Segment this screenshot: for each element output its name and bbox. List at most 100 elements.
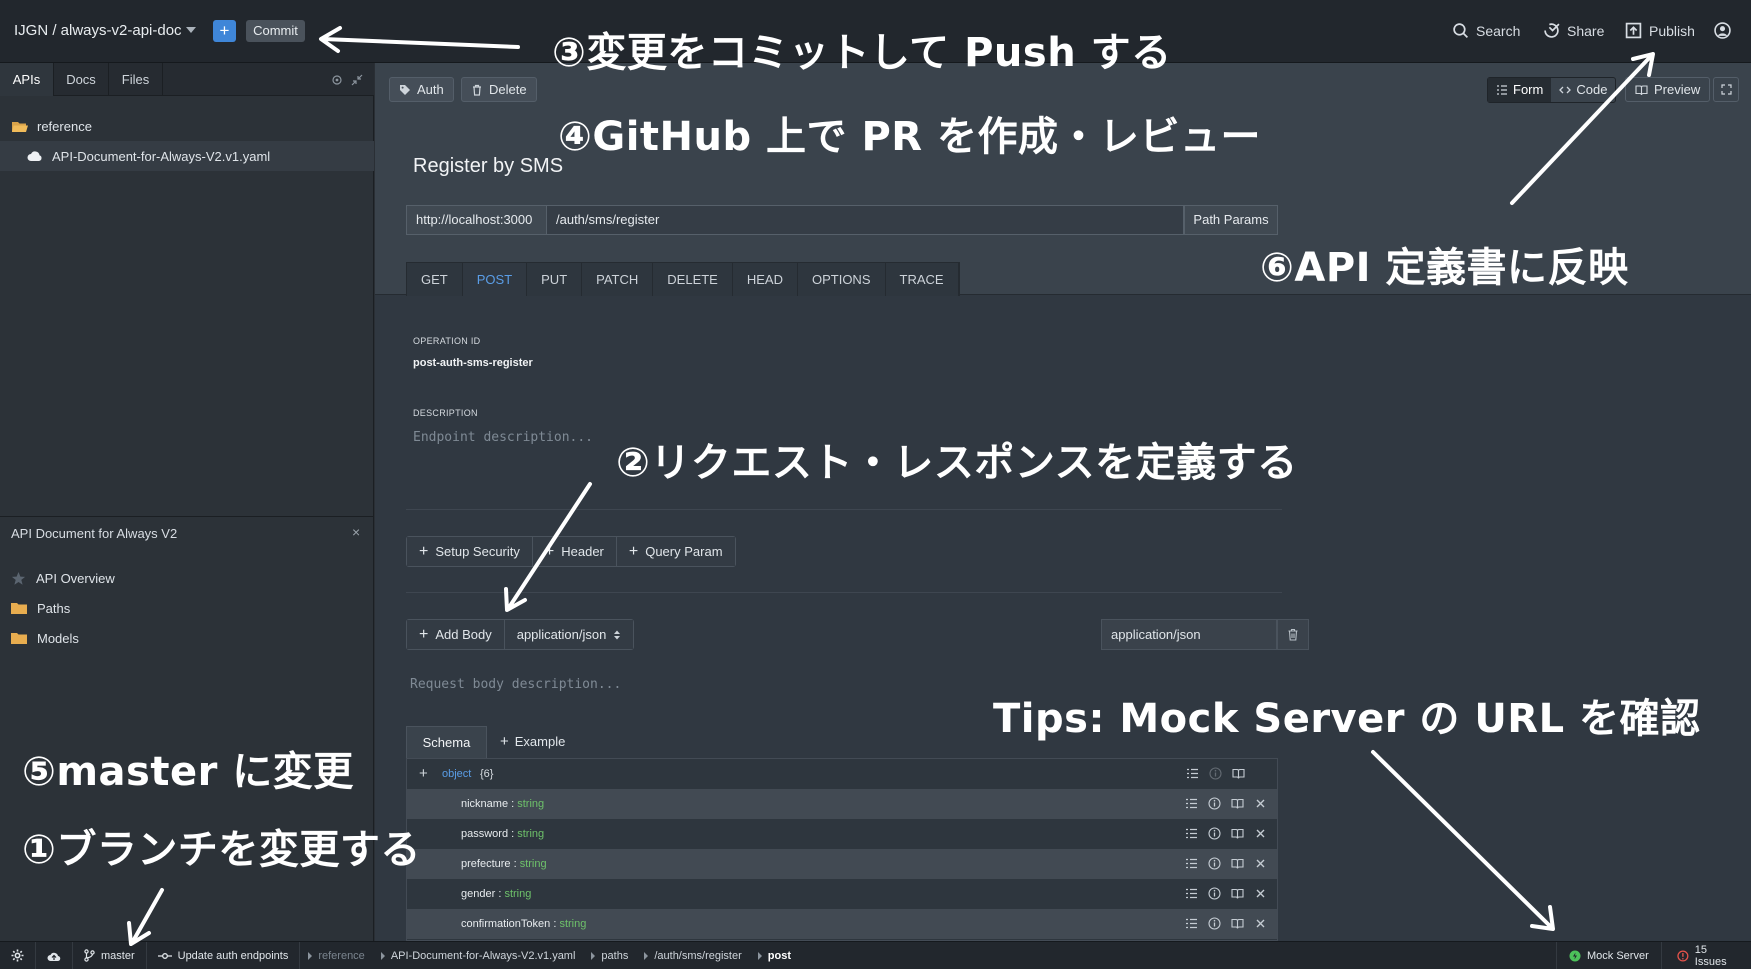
schema-field-row[interactable]: password : string	[407, 819, 1277, 849]
tab-options[interactable]: OPTIONS	[798, 263, 886, 296]
list-icon[interactable]	[1186, 767, 1199, 780]
delete-body-button[interactable]	[1277, 619, 1309, 650]
share-nav[interactable]: Share	[1543, 22, 1604, 39]
tab-patch[interactable]: PATCH	[582, 263, 654, 296]
book-icon[interactable]	[1231, 797, 1244, 810]
preview-button[interactable]: Preview	[1625, 77, 1711, 102]
schema-root-row[interactable]: + object {6}	[407, 759, 1277, 789]
list-icon[interactable]	[1185, 857, 1198, 870]
form-view-button[interactable]: Form	[1488, 78, 1552, 102]
field-name: password	[461, 828, 509, 840]
setup-security-button[interactable]: + Setup Security	[407, 537, 533, 566]
book-icon[interactable]	[1231, 887, 1244, 900]
code-view-button[interactable]: Code	[1551, 78, 1615, 102]
caret-down-icon[interactable]	[186, 27, 196, 33]
breadcrumb-item[interactable]: post	[750, 950, 799, 962]
remove-icon[interactable]	[1254, 887, 1267, 900]
breadcrumb-item[interactable]: paths	[583, 950, 636, 962]
tab-put[interactable]: PUT	[527, 263, 583, 296]
path-input[interactable]: /auth/sms/register	[547, 205, 1184, 235]
book-icon[interactable]	[1231, 857, 1244, 870]
schema-field-row[interactable]: nickname : string	[407, 789, 1277, 819]
expand-button[interactable]	[1713, 77, 1739, 102]
nav-item-api-overview[interactable]: API Overview	[0, 563, 374, 593]
tab-post[interactable]: POST	[462, 263, 528, 296]
plus-icon[interactable]: +	[419, 765, 428, 782]
tree-folder-reference[interactable]: reference	[0, 111, 374, 141]
breadcrumb-item[interactable]: /auth/sms/register	[636, 950, 749, 962]
info-icon[interactable]	[1208, 827, 1221, 840]
field-type[interactable]: string	[559, 918, 586, 930]
remove-icon[interactable]	[1254, 857, 1267, 870]
nav-item-label: Models	[37, 630, 79, 646]
tab-apis[interactable]: APIs	[0, 63, 54, 96]
mock-server-button[interactable]: Mock Server	[1556, 942, 1662, 969]
auth-button[interactable]: Auth	[389, 77, 454, 102]
tab-delete[interactable]: DELETE	[653, 263, 733, 296]
field-type[interactable]: string	[504, 888, 531, 900]
tab-get[interactable]: GET	[407, 263, 463, 296]
header-button[interactable]: + Header	[532, 537, 617, 566]
tab-schema[interactable]: Schema	[406, 726, 487, 759]
add-body-button[interactable]: + Add Body	[407, 620, 505, 649]
add-button[interactable]: +	[213, 20, 236, 42]
field-type[interactable]: string	[520, 858, 547, 870]
remove-icon[interactable]	[1254, 917, 1267, 930]
schema-field-row[interactable]: gender : string	[407, 879, 1277, 909]
description-field[interactable]: Endpoint description...	[413, 430, 593, 445]
list-icon[interactable]	[1185, 827, 1198, 840]
tab-docs[interactable]: Docs	[54, 63, 109, 96]
search-nav[interactable]: Search	[1452, 22, 1520, 39]
tab-head[interactable]: HEAD	[733, 263, 798, 296]
schema-field-row[interactable]: confirmationToken : string	[407, 909, 1277, 939]
schema-field-row[interactable]: prefecture : string	[407, 849, 1277, 879]
locate-icon[interactable]	[331, 74, 343, 86]
server-url-select[interactable]: http://localhost:3000	[406, 205, 547, 235]
field-type[interactable]: string	[517, 798, 544, 810]
info-icon[interactable]	[1208, 887, 1221, 900]
settings-button[interactable]	[0, 941, 36, 969]
book-icon[interactable]	[1231, 917, 1244, 930]
info-icon[interactable]	[1208, 797, 1221, 810]
info-icon[interactable]	[1208, 857, 1221, 870]
query-param-button[interactable]: + Query Param	[616, 537, 735, 566]
code-icon	[1559, 86, 1572, 94]
book-icon[interactable]	[1231, 827, 1244, 840]
tab-trace[interactable]: TRACE	[886, 263, 959, 296]
path-params-button[interactable]: Path Params	[1184, 205, 1278, 235]
commit-button[interactable]: Commit	[246, 20, 305, 42]
delete-button[interactable]: Delete	[461, 77, 537, 102]
operation-id-value[interactable]: post-auth-sms-register	[413, 357, 533, 369]
page-title[interactable]: Register by SMS	[413, 155, 563, 178]
branch-switcher[interactable]: master	[73, 941, 147, 969]
list-icon[interactable]	[1185, 917, 1198, 930]
breadcrumb-item[interactable]: reference	[300, 950, 372, 962]
content-type-select[interactable]: application/json	[504, 620, 634, 649]
tab-files[interactable]: Files	[109, 63, 163, 96]
nav-item-paths[interactable]: Paths	[0, 593, 374, 623]
info-icon[interactable]	[1208, 917, 1221, 930]
remove-icon[interactable]	[1254, 827, 1267, 840]
project-selector[interactable]: IJGN / always-v2-api-doc	[14, 22, 182, 39]
account-nav[interactable]	[1714, 22, 1731, 39]
nav-item-models[interactable]: Models	[0, 623, 374, 653]
body-description-field[interactable]: Request body description...	[410, 677, 621, 692]
info-icon[interactable]	[1209, 767, 1222, 780]
sync-button[interactable]	[36, 941, 73, 969]
book-icon[interactable]	[1232, 767, 1245, 780]
body-controls: + Add Body application/json	[406, 619, 635, 650]
commit-info[interactable]: Update auth endpoints	[147, 941, 301, 969]
list-icon[interactable]	[1185, 887, 1198, 900]
remove-icon[interactable]	[1254, 797, 1267, 810]
collapse-icon[interactable]	[351, 74, 363, 86]
tree-file-item[interactable]: API-Document-for-Always-V2.v1.yaml	[0, 141, 374, 171]
close-icon[interactable]: ×	[352, 524, 360, 540]
tab-example[interactable]: + Example	[500, 733, 565, 750]
breadcrumb-label: paths	[601, 949, 629, 962]
publish-nav[interactable]: Publish	[1625, 22, 1695, 39]
list-icon[interactable]	[1185, 797, 1198, 810]
issues-button[interactable]: 15 Issues	[1667, 942, 1751, 969]
field-type[interactable]: string	[517, 828, 544, 840]
breadcrumb-item[interactable]: API-Document-for-Always-V2.v1.yaml	[373, 950, 584, 962]
content-type-input[interactable]: application/json	[1101, 619, 1277, 650]
